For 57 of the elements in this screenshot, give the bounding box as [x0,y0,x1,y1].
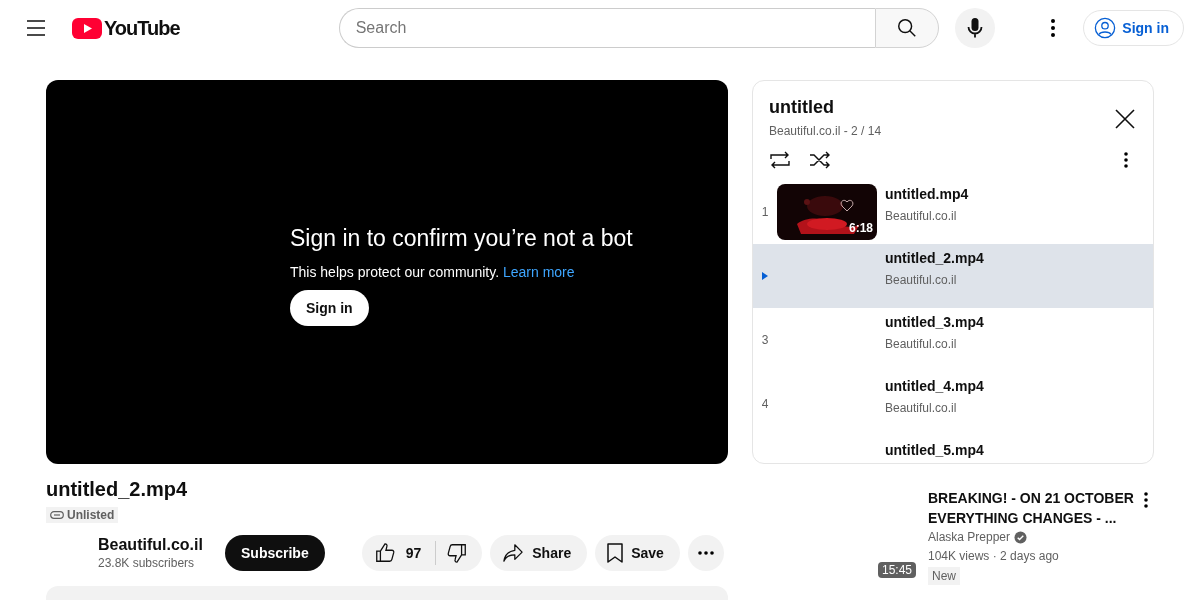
search-field[interactable]: Search [338,8,875,48]
item-title: untitled_3.mp4 [885,314,984,330]
save-button[interactable]: Save [595,535,680,571]
player-heading: Sign in to confirm you’re not a bot [290,224,633,252]
loop-icon[interactable] [769,151,791,169]
video-meta: 104K views · 2 days ago [928,549,1060,563]
thumbs-up-icon [373,542,396,564]
item-index: 3 [761,333,769,347]
channel-name[interactable]: Alaska Prepper [928,530,1011,544]
thumbs-down-icon [446,542,469,564]
subscriber-count: 23.8K subscribers [98,556,196,570]
more-icon [697,551,714,555]
item-channel: Beautiful.co.il [885,401,958,415]
video-title: untitled_2.mp4 [46,478,189,501]
item-channel: Beautiful.co.il [885,273,958,287]
more-actions-button[interactable] [687,535,724,571]
sign-in-button[interactable]: Sign in [1083,10,1184,46]
item-title: untitled_5.mp4 [885,442,984,458]
close-icon[interactable] [1115,109,1135,129]
share-arrow-icon [502,543,525,563]
item-title: untitled_2.mp4 [885,250,984,266]
more-options-icon[interactable] [1051,19,1056,37]
logo-text[interactable]: YouTube [104,16,180,40]
item-index: 1 [761,205,769,219]
play-logo-icon [72,17,102,39]
shuffle-icon[interactable] [809,151,831,169]
subscribe-button[interactable]: Subscribe [225,535,325,571]
item-channel: Beautiful.co.il [885,337,958,351]
learn-more-link[interactable]: Learn more [502,263,575,280]
bookmark-icon [607,543,624,563]
playlist-title: untitled [769,97,835,118]
playlist-item[interactable]: untitled_2.mp4 Beautiful.co.il [753,244,1153,308]
playlist-item[interactable]: 4 untitled_4.mp4 Beautiful.co.il [753,372,1153,436]
like-button[interactable]: 97 [361,535,436,571]
channel-name[interactable]: Beautiful.co.il [98,536,225,554]
microphone-button[interactable] [954,8,995,48]
item-title: untitled.mp4 [885,186,969,202]
playlist-item[interactable]: untitled_5.mp4 [753,436,1153,463]
account-icon [1094,17,1117,39]
duration-badge: 15:45 [877,562,916,578]
item-title: untitled_4.mp4 [885,378,984,394]
player-message: This helps protect our community. Learn more [290,263,575,280]
video-title[interactable]: BREAKING! - ON 21 OCTOBER EVERYTHING CHANGES - ... [928,488,1134,528]
search-button[interactable] [874,8,939,48]
now-playing-icon [762,272,768,280]
new-badge: New [928,567,960,585]
player-sign-in-button[interactable]: Sign in [290,289,369,326]
more-options-icon[interactable] [1144,492,1148,508]
visibility-label: Unlisted [67,508,115,522]
more-options-icon[interactable] [1124,152,1128,168]
search-icon [895,17,918,39]
link-icon [50,511,64,519]
share-button[interactable]: Share [490,535,588,571]
playlist-meta: Beautiful.co.il - 2 / 14 [769,124,882,138]
playlist-item[interactable]: 3 untitled_3.mp4 Beautiful.co.il [753,308,1153,372]
item-channel: Beautiful.co.il [885,209,958,223]
item-index: 4 [761,397,769,411]
